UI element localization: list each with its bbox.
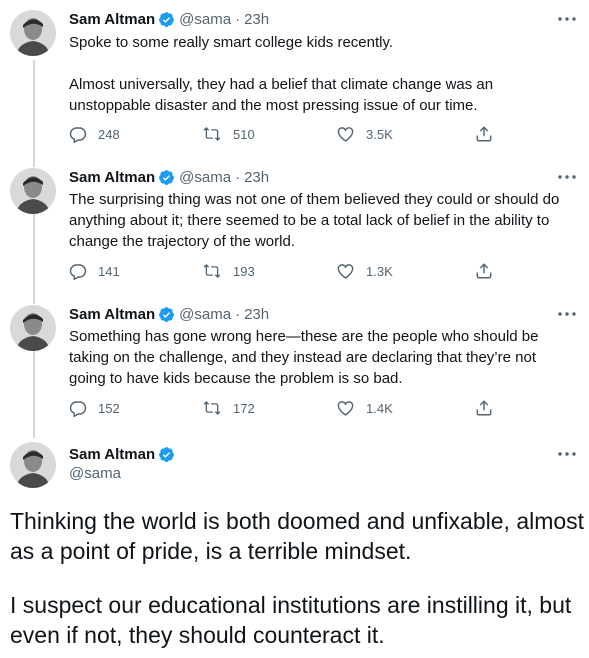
avatar[interactable] [10, 168, 56, 214]
heart-icon [337, 401, 354, 416]
tweet-text: Spoke to some really smart college kids … [69, 34, 494, 114]
tweet-text: The surprising thing was not one of them… [69, 191, 560, 250]
retweet-icon [203, 127, 221, 141]
main-tweet[interactable]: Sam Altman @sama Thinking the world is b… [0, 434, 589, 658]
heart-icon [337, 127, 354, 142]
author-name[interactable]: Sam Altman [69, 11, 155, 28]
retweet-count: 172 [233, 400, 255, 416]
more-icon[interactable] [556, 167, 578, 187]
share-icon [476, 126, 492, 142]
separator-dot: · [235, 168, 241, 186]
reply-icon [69, 127, 87, 143]
retweet-button[interactable]: 172 [202, 398, 255, 418]
tweet-header: Sam Altman @sama · 23h [69, 303, 269, 325]
verified-badge-icon [158, 306, 175, 323]
tweet-actions: 248 510 3.5K [69, 124, 499, 144]
reply-button[interactable]: 248 [69, 124, 120, 144]
verified-badge-icon [158, 11, 175, 28]
tweet-time[interactable]: 23h [244, 169, 269, 186]
author-handle[interactable]: @sama [179, 169, 231, 186]
tweet[interactable]: Sam Altman @sama · 23h The surprising th… [0, 160, 589, 297]
retweet-button[interactable]: 193 [202, 261, 255, 281]
main-tweet-paragraph: I suspect our educational institutions a… [10, 592, 572, 648]
reply-count: 248 [98, 126, 120, 142]
share-icon [476, 263, 492, 279]
like-count: 1.4K [366, 400, 393, 416]
avatar[interactable] [10, 442, 56, 488]
share-button[interactable] [475, 261, 493, 281]
reply-button[interactable]: 141 [69, 261, 120, 281]
more-icon[interactable] [556, 9, 578, 29]
reply-button[interactable]: 152 [69, 398, 120, 418]
tweet-header: Sam Altman @sama · 23h [69, 8, 269, 30]
author-name[interactable]: Sam Altman [69, 169, 155, 186]
author-handle[interactable]: @sama [179, 306, 231, 323]
verified-badge-icon [158, 169, 175, 186]
tweet-header: Sam Altman [69, 443, 175, 465]
tweet-time[interactable]: 23h [244, 306, 269, 323]
share-button[interactable] [475, 398, 493, 418]
retweet-count: 510 [233, 126, 255, 142]
more-icon[interactable] [556, 444, 578, 464]
more-icon[interactable] [556, 304, 578, 324]
like-button[interactable]: 1.3K [336, 261, 393, 281]
tweet-actions: 152 172 1.4K [69, 398, 499, 418]
verified-badge-icon [158, 446, 175, 463]
author-handle[interactable]: @sama [69, 465, 121, 482]
heart-icon [337, 264, 354, 279]
tweet-actions: 141 193 1.3K [69, 261, 499, 281]
separator-dot: · [235, 305, 241, 323]
tweet-text: Something has gone wrong here—these are … [69, 328, 539, 387]
like-count: 1.3K [366, 263, 393, 279]
tweet[interactable]: Sam Altman @sama · 23h Something has gon… [0, 297, 589, 434]
share-button[interactable] [475, 124, 493, 144]
author-name[interactable]: Sam Altman [69, 306, 155, 323]
main-tweet-paragraph: Thinking the world is both doomed and un… [10, 508, 585, 564]
reply-icon [69, 401, 87, 417]
avatar[interactable] [10, 10, 56, 56]
retweet-icon [203, 401, 221, 415]
retweet-icon [203, 264, 221, 278]
reply-icon [69, 264, 87, 280]
reply-count: 141 [98, 263, 120, 279]
like-button[interactable]: 3.5K [336, 124, 393, 144]
tweet-header: Sam Altman @sama · 23h [69, 166, 269, 188]
tweet[interactable]: Sam Altman @sama · 23h Spoke to some rea… [0, 0, 589, 160]
tweet-time[interactable]: 23h [244, 11, 269, 28]
like-button[interactable]: 1.4K [336, 398, 393, 418]
like-count: 3.5K [366, 126, 393, 142]
retweet-button[interactable]: 510 [202, 124, 255, 144]
reply-count: 152 [98, 400, 120, 416]
retweet-count: 193 [233, 263, 255, 279]
author-handle[interactable]: @sama [179, 11, 231, 28]
avatar[interactable] [10, 305, 56, 351]
separator-dot: · [235, 10, 241, 28]
share-icon [476, 400, 492, 416]
author-name[interactable]: Sam Altman [69, 446, 155, 463]
